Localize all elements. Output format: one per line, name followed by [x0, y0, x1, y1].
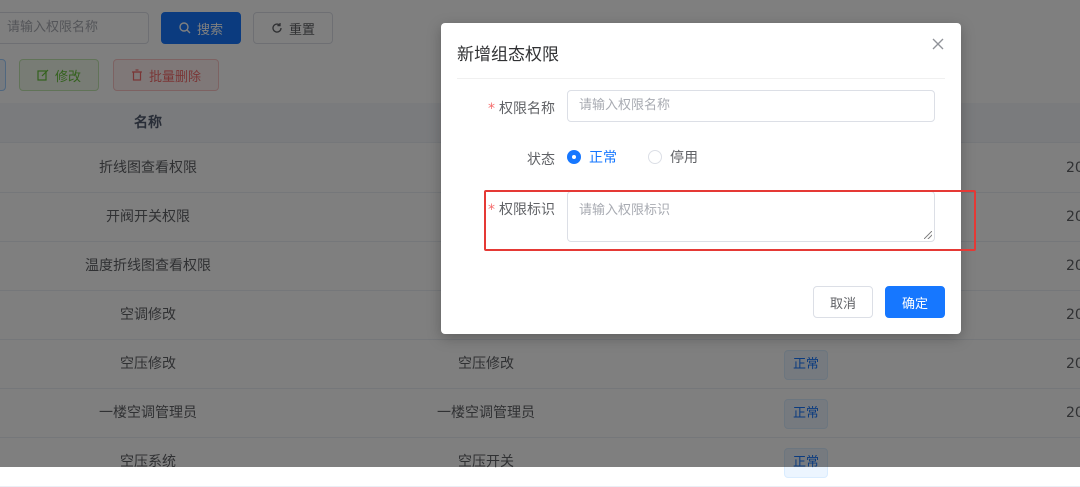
permission-name-label: * 权限名称 [441, 98, 555, 118]
status-label: 状态 [527, 152, 555, 168]
permission-name-label-text: 权限名称 [499, 101, 555, 117]
permission-name-input[interactable]: 请输入权限名称 [567, 90, 935, 122]
cancel-button[interactable]: 取消 [813, 286, 873, 318]
add-permission-dialog: 新增组态权限 * 权限名称 请输入权限名称 状态 正常 停用 * 权限标识 请输入权… [441, 23, 961, 334]
status-radio-disabled-label: 停用 [670, 150, 698, 166]
dialog-title: 新增组态权限 [457, 45, 559, 65]
close-icon[interactable] [929, 35, 947, 53]
radio-checked-icon [567, 150, 581, 164]
radio-unchecked-icon [648, 150, 662, 164]
status-radio-normal[interactable]: 正常 [567, 147, 617, 167]
dialog-divider [457, 78, 945, 79]
required-mark: * [488, 101, 495, 117]
status-radio-normal-label: 正常 [589, 150, 617, 166]
status-radio-disabled[interactable]: 停用 [648, 147, 698, 167]
annotation-highlight-box [484, 190, 976, 251]
confirm-button[interactable]: 确定 [885, 286, 945, 318]
